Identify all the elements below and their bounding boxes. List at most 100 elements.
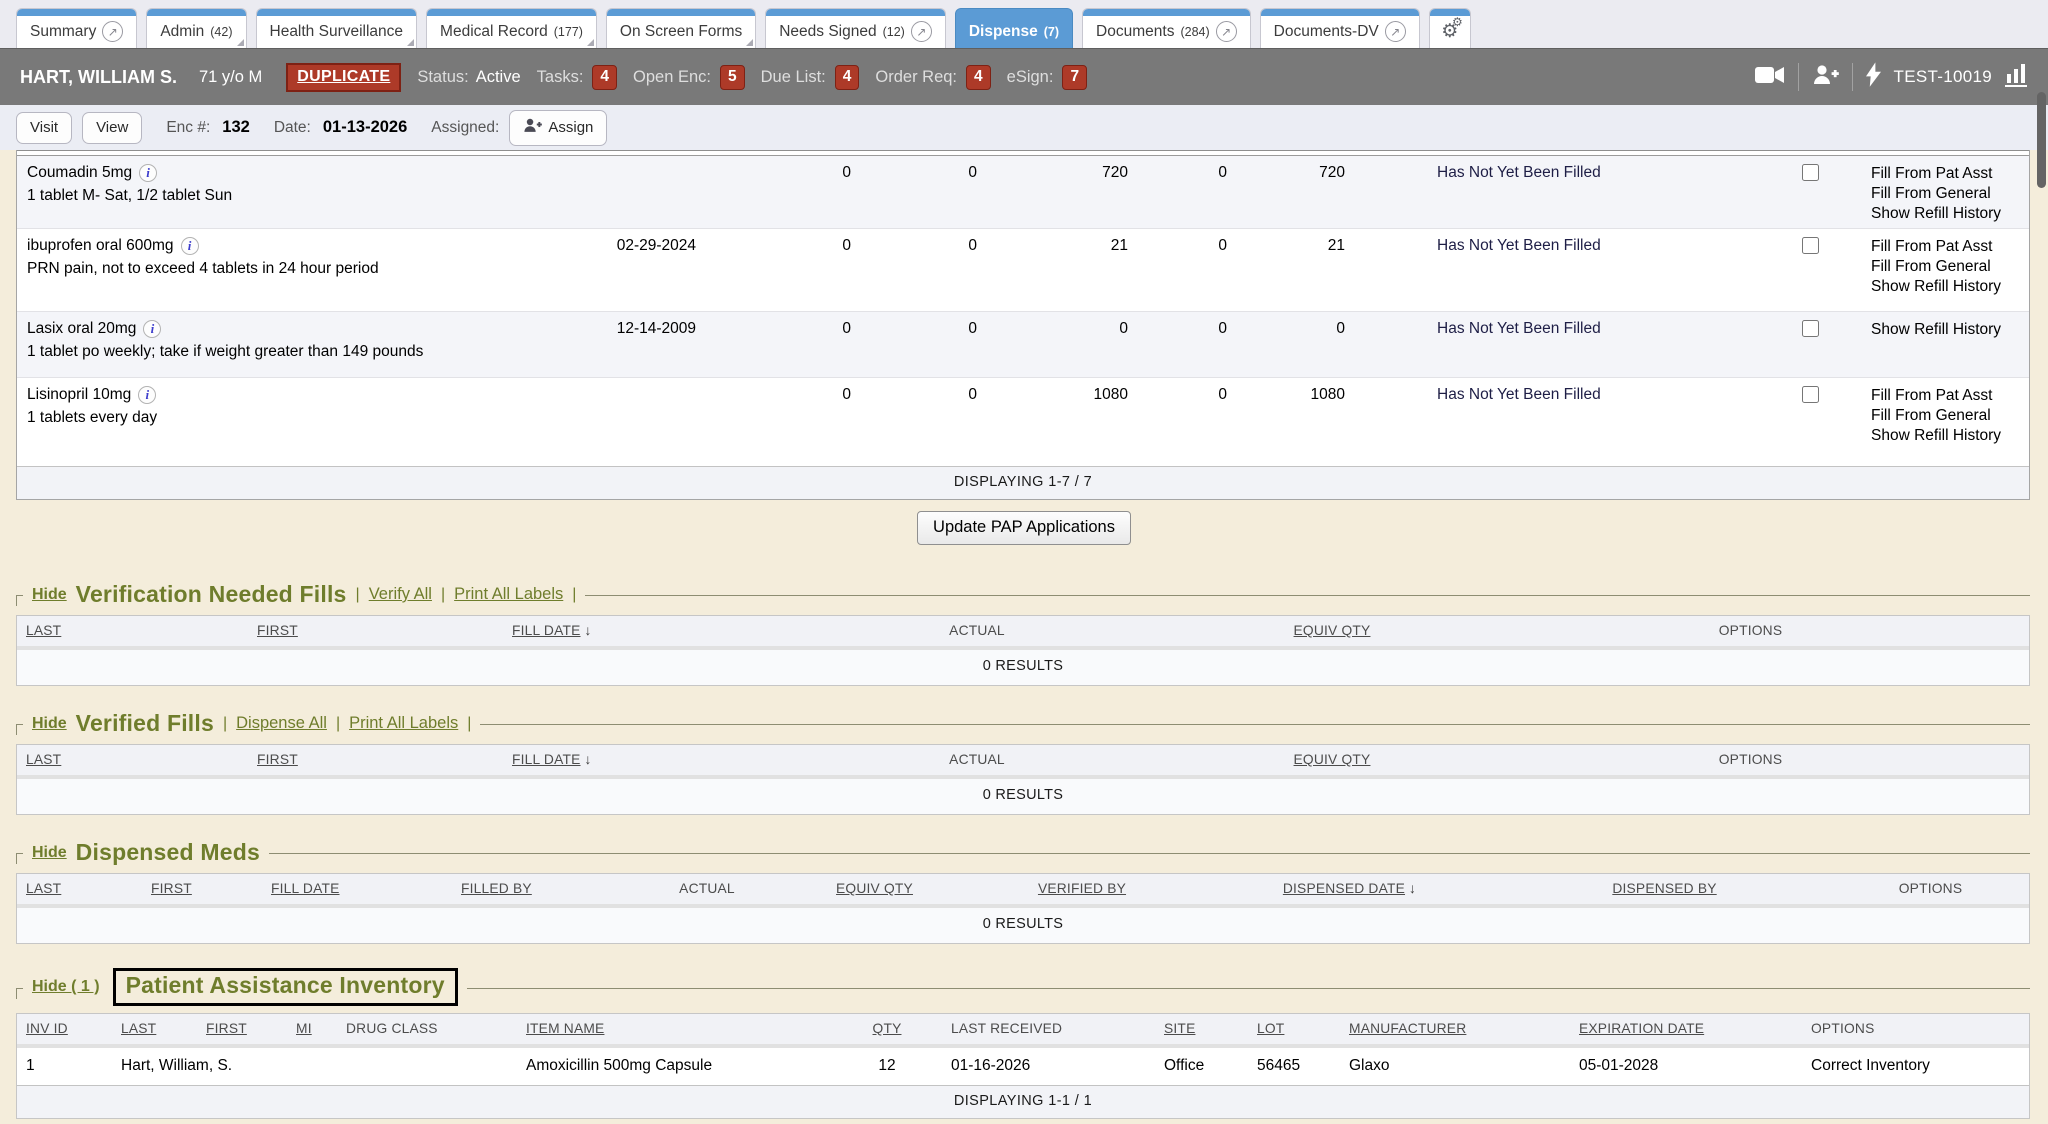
tab-dispense[interactable]: Dispense (7) <box>955 8 1073 48</box>
col-fill-date[interactable]: FILL DATE <box>512 752 581 767</box>
open-new-window-icon[interactable]: ↗ <box>911 21 932 42</box>
print-all-labels-link[interactable]: Print All Labels <box>349 714 458 733</box>
med-table-paging: DISPLAYING 1-7 / 7 <box>17 466 2029 499</box>
visit-button[interactable]: Visit <box>16 112 72 144</box>
hide-verified-link[interactable]: Hide <box>32 715 67 733</box>
col-last[interactable]: LAST <box>17 752 257 767</box>
select-med-checkbox[interactable] <box>1802 164 1819 181</box>
info-icon[interactable]: i <box>139 164 157 182</box>
col-first[interactable]: FIRST <box>257 623 512 638</box>
esign-count-badge[interactable]: 7 <box>1062 65 1087 90</box>
show-refill-history-link[interactable]: Show Refill History <box>1871 204 2019 224</box>
due-list-counter[interactable]: Due List: 4 <box>761 65 860 90</box>
col-dispensed-date[interactable]: DISPENSED DATE <box>1283 881 1405 896</box>
col-expiration-date[interactable]: EXPIRATION DATE <box>1547 1021 1767 1036</box>
fill-status: Has Not Yet Been Filled <box>1345 312 1765 377</box>
fill-from-pat-asst-link[interactable]: Fill From Pat Asst <box>1871 237 2019 257</box>
col-qty[interactable]: QTY <box>852 1021 922 1036</box>
lightning-icon[interactable] <box>1866 62 1881 92</box>
open-enc-counter[interactable]: Open Enc: 5 <box>633 65 745 90</box>
tab-admin[interactable]: Admin (42) <box>146 8 246 48</box>
info-icon[interactable]: i <box>181 237 199 255</box>
hide-pai-link[interactable]: Hide ( 1 ) <box>32 978 100 996</box>
fill-from-general-link[interactable]: Fill From General <box>1871 184 2019 204</box>
qty-cell: 0 <box>977 312 1128 377</box>
info-icon[interactable]: i <box>138 386 156 404</box>
duplicate-badge[interactable]: DUPLICATE <box>286 63 401 92</box>
col-first[interactable]: FIRST <box>142 881 262 896</box>
vertical-scrollbar-thumb[interactable] <box>2037 92 2046 188</box>
video-camera-icon[interactable] <box>1755 64 1785 91</box>
tab-documents-dv[interactable]: Documents-DV ↗ <box>1260 8 1420 48</box>
open-new-window-icon[interactable]: ↗ <box>102 21 123 42</box>
qty-cell: 720 <box>977 156 1128 228</box>
tab-health-surveillance[interactable]: Health Surveillance <box>256 8 418 48</box>
tab-on-screen-forms[interactable]: On Screen Forms <box>606 8 756 48</box>
tab-medical-record[interactable]: Medical Record (177) <box>426 8 597 48</box>
fill-from-general-link[interactable]: Fill From General <box>1871 257 2019 277</box>
col-last[interactable]: LAST <box>17 623 257 638</box>
col-equiv-qty[interactable]: EQUIV QTY <box>787 881 962 896</box>
col-first[interactable]: FIRST <box>197 1021 287 1036</box>
col-fill-date[interactable]: FILL DATE <box>262 881 452 896</box>
col-fill-date[interactable]: FILL DATE <box>512 623 581 638</box>
col-dispensed-by[interactable]: DISPENSED BY <box>1497 881 1832 896</box>
col-verified-by[interactable]: VERIFIED BY <box>962 881 1202 896</box>
print-all-labels-link[interactable]: Print All Labels <box>454 585 563 604</box>
col-equiv-qty[interactable]: EQUIV QTY <box>1122 752 1542 767</box>
open-new-window-icon[interactable]: ↗ <box>1385 21 1406 42</box>
show-refill-history-link[interactable]: Show Refill History <box>1871 277 2019 297</box>
select-med-checkbox[interactable] <box>1802 237 1819 254</box>
tasks-count-badge[interactable]: 4 <box>592 65 617 90</box>
tab-summary[interactable]: Summary ↗ <box>16 8 137 48</box>
tab-settings-button[interactable]: ⚙ ⚙ <box>1429 8 1471 48</box>
col-filled-by[interactable]: FILLED BY <box>452 881 627 896</box>
col-site[interactable]: SITE <box>1137 1021 1257 1036</box>
show-refill-history-link[interactable]: Show Refill History <box>1871 320 2019 340</box>
col-mi[interactable]: MI <box>287 1021 337 1036</box>
esign-counter[interactable]: eSign: 7 <box>1007 65 1087 90</box>
tab-label: Documents <box>1096 23 1174 41</box>
hide-dispensed-link[interactable]: Hide <box>32 844 67 862</box>
col-inv-id[interactable]: INV ID <box>17 1021 112 1036</box>
patient-status: Status: Active <box>417 68 520 87</box>
update-pap-applications-button[interactable]: Update PAP Applications <box>917 511 1131 545</box>
col-first[interactable]: FIRST <box>257 752 512 767</box>
order-req-counter[interactable]: Order Req: 4 <box>875 65 990 90</box>
select-med-checkbox[interactable] <box>1802 320 1819 337</box>
hide-verification-link[interactable]: Hide <box>32 586 67 604</box>
info-icon[interactable]: i <box>143 320 161 338</box>
view-button[interactable]: View <box>82 112 142 144</box>
order-req-count-badge[interactable]: 4 <box>966 65 991 90</box>
enc-date-label: Date: <box>274 119 311 137</box>
col-item-name[interactable]: ITEM NAME <box>517 1021 852 1036</box>
tasks-counter[interactable]: Tasks: 4 <box>537 65 617 90</box>
col-last[interactable]: LAST <box>112 1021 197 1036</box>
focused-title-box: Patient Assistance Inventory <box>113 968 458 1006</box>
fill-from-general-link[interactable]: Fill From General <box>1871 406 2019 426</box>
tab-documents[interactable]: Documents (284) ↗ <box>1082 8 1251 48</box>
tab-label: Health Surveillance <box>270 23 404 41</box>
assign-button[interactable]: Assign <box>509 110 607 146</box>
col-lot[interactable]: LOT <box>1257 1021 1327 1036</box>
fill-from-pat-asst-link[interactable]: Fill From Pat Asst <box>1871 164 2019 184</box>
bar-chart-icon[interactable] <box>2005 63 2030 92</box>
drug-name: Coumadin 5mg <box>27 164 132 182</box>
col-manufacturer[interactable]: MANUFACTURER <box>1327 1021 1547 1036</box>
tab-label: Admin <box>160 23 204 41</box>
fieldset-corner <box>16 853 23 864</box>
due-list-count-badge[interactable]: 4 <box>835 65 860 90</box>
correct-inventory-link[interactable]: Correct Inventory <box>1767 1057 2029 1075</box>
add-user-icon[interactable] <box>1812 63 1839 92</box>
drug-name: Lisinopril 10mg <box>27 386 131 404</box>
open-new-window-icon[interactable]: ↗ <box>1216 21 1237 42</box>
fill-from-pat-asst-link[interactable]: Fill From Pat Asst <box>1871 386 2019 406</box>
open-enc-count-badge[interactable]: 5 <box>720 65 745 90</box>
verify-all-link[interactable]: Verify All <box>369 585 432 604</box>
col-equiv-qty[interactable]: EQUIV QTY <box>1122 623 1542 638</box>
show-refill-history-link[interactable]: Show Refill History <box>1871 426 2019 446</box>
col-last[interactable]: LAST <box>17 881 142 896</box>
dispense-all-link[interactable]: Dispense All <box>236 714 327 733</box>
tab-needs-signed[interactable]: Needs Signed (12) ↗ <box>765 8 946 48</box>
select-med-checkbox[interactable] <box>1802 386 1819 403</box>
